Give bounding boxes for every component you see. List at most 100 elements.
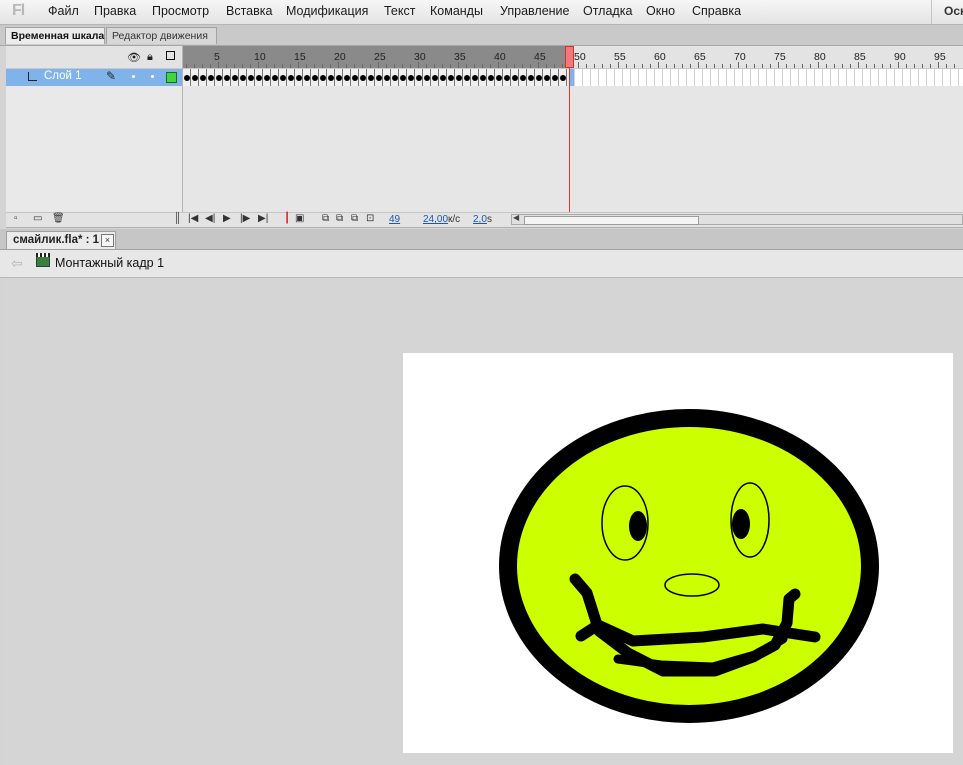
loop-icon[interactable]: ▣ [295, 213, 304, 224]
keyframe[interactable] [240, 75, 246, 81]
scene-label[interactable]: Монтажный кадр 1 [55, 256, 164, 270]
menu-modify[interactable]: Модификация [286, 4, 368, 18]
keyframe[interactable] [344, 75, 350, 81]
menu-help[interactable]: Справка [692, 4, 741, 18]
keyframe[interactable] [248, 75, 254, 81]
menu-debug[interactable]: Отладка [583, 4, 632, 18]
keyframe[interactable] [448, 75, 454, 81]
keyframe[interactable] [352, 75, 358, 81]
elapsed-time-value[interactable]: 2,0 [473, 214, 487, 225]
keyframe[interactable] [368, 75, 374, 81]
keyframe[interactable] [224, 75, 230, 81]
frame-rate-value[interactable]: 24,00 [423, 214, 448, 225]
document-tab[interactable]: смайлик.fla* : 1 × [6, 231, 116, 249]
layer-name[interactable]: Слой 1 [44, 70, 82, 82]
modify-onion-markers-icon[interactable]: ⊡ [366, 213, 374, 224]
scrollbar-thumb[interactable] [524, 216, 699, 225]
menu-file[interactable]: Файл [48, 4, 79, 18]
keyframe[interactable] [416, 75, 422, 81]
keyframe[interactable] [264, 75, 270, 81]
keyframe[interactable] [408, 75, 414, 81]
keyframe[interactable] [496, 75, 502, 81]
timeline-horizontal-scrollbar[interactable]: ◀ [511, 213, 963, 225]
keyframe[interactable] [528, 75, 534, 81]
keyframe[interactable] [560, 75, 566, 81]
splitter-icon[interactable]: ║ [174, 213, 181, 224]
keyframe[interactable] [328, 75, 334, 81]
onion-skin-icon[interactable]: ⧉ [322, 213, 329, 224]
keyframe[interactable] [384, 75, 390, 81]
keyframe[interactable] [456, 75, 462, 81]
keyframe[interactable] [184, 75, 190, 81]
timeline-frames[interactable]: 5 10 15 20 25 30 35 40 45 50 55 60 65 70 75 80 85 90 95 [183, 46, 963, 212]
edit-multiple-frames-icon[interactable]: ⧉ [351, 213, 358, 224]
trash-icon[interactable]: 🗑 [52, 213, 65, 224]
step-back-icon[interactable]: ◀| [205, 213, 215, 224]
menu-text[interactable]: Текст [384, 4, 415, 18]
keyframe[interactable] [464, 75, 470, 81]
keyframe[interactable] [432, 75, 438, 81]
menu-edit[interactable]: Правка [94, 4, 136, 18]
keyframe[interactable] [504, 75, 510, 81]
keyframe[interactable] [216, 75, 222, 81]
keyframe[interactable] [256, 75, 262, 81]
menu-commands[interactable]: Команды [430, 4, 483, 18]
right-pupil[interactable] [732, 509, 750, 539]
keyframe[interactable] [480, 75, 486, 81]
keyframe[interactable] [304, 75, 310, 81]
tab-timeline[interactable]: Временная шкала [5, 27, 105, 44]
menu-insert[interactable]: Вставка [226, 4, 272, 18]
go-to-first-frame-icon[interactable]: |◀ [188, 213, 198, 224]
current-frame-value[interactable]: 49 [389, 214, 400, 225]
play-icon[interactable]: ▶ [223, 213, 231, 224]
close-icon[interactable]: × [101, 234, 114, 247]
keyframe[interactable] [360, 75, 366, 81]
left-pupil[interactable] [629, 511, 647, 541]
keyframe[interactable] [376, 75, 382, 81]
back-arrow-icon[interactable]: ⇦ [11, 255, 23, 272]
keyframe[interactable] [192, 75, 198, 81]
new-layer-icon[interactable]: ▫ [14, 213, 18, 224]
keyframe[interactable] [536, 75, 542, 81]
menu-view[interactable]: Просмотр [152, 4, 209, 18]
menu-window[interactable]: Окно [646, 4, 675, 18]
visibility-dot-icon[interactable] [132, 75, 135, 78]
scroll-left-arrow-icon[interactable]: ◀ [513, 213, 519, 222]
keyframe[interactable] [272, 75, 278, 81]
lock-icon[interactable]: 🔒︎ [147, 51, 153, 64]
workspace-switcher[interactable]: Осн [944, 4, 963, 18]
keyframe[interactable] [424, 75, 430, 81]
keyframe[interactable] [392, 75, 398, 81]
keyframe[interactable] [232, 75, 238, 81]
smiley-drawing[interactable] [403, 353, 953, 753]
onion-skin-outlines-icon[interactable]: ⧉ [336, 213, 343, 224]
keyframe[interactable] [208, 75, 214, 81]
keyframe[interactable] [440, 75, 446, 81]
eye-icon[interactable]: 👁 [127, 51, 141, 64]
playhead-handle[interactable] [565, 46, 574, 68]
keyframe[interactable] [544, 75, 550, 81]
keyframe[interactable] [312, 75, 318, 81]
keyframe[interactable] [280, 75, 286, 81]
center-frame-icon[interactable]: ┃ [284, 213, 290, 224]
step-forward-icon[interactable]: |▶ [240, 213, 250, 224]
new-folder-icon[interactable]: ▭ [33, 213, 42, 224]
keyframe[interactable] [200, 75, 206, 81]
keyframe[interactable] [512, 75, 518, 81]
outline-icon[interactable] [166, 51, 175, 60]
keyframe[interactable] [336, 75, 342, 81]
keyframe[interactable] [552, 75, 558, 81]
layer-row[interactable]: Слой 1 ✎ [6, 69, 182, 86]
tab-motion-editor[interactable]: Редактор движения [106, 27, 217, 44]
keyframe[interactable] [400, 75, 406, 81]
keyframe[interactable] [472, 75, 478, 81]
keyframe[interactable] [288, 75, 294, 81]
keyframe[interactable] [320, 75, 326, 81]
menu-control[interactable]: Управление [500, 4, 570, 18]
go-to-last-frame-icon[interactable]: ▶| [258, 213, 268, 224]
keyframe[interactable] [296, 75, 302, 81]
keyframe[interactable] [520, 75, 526, 81]
lock-dot-icon[interactable] [151, 75, 154, 78]
layer-outline-color-swatch[interactable] [166, 72, 177, 83]
keyframe[interactable] [488, 75, 494, 81]
